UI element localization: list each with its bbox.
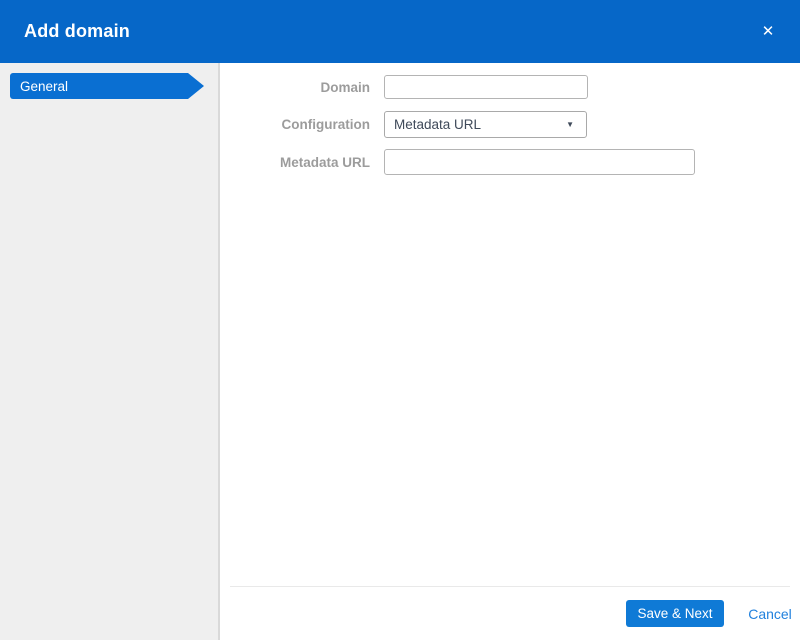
form-row-metadata-url: Metadata URL xyxy=(222,149,695,175)
metadata-url-input[interactable] xyxy=(384,149,695,175)
configuration-select[interactable]: Metadata URL ▼ xyxy=(384,111,587,138)
footer-divider xyxy=(230,586,790,587)
domain-label: Domain xyxy=(222,80,370,95)
configuration-select-value: Metadata URL xyxy=(394,117,481,132)
form-row-domain: Domain xyxy=(222,75,588,99)
close-icon[interactable]: ✕ xyxy=(756,20,780,44)
dialog-header: Add domain ✕ xyxy=(0,0,800,63)
form-content: Domain Configuration Metadata URL ▼ Meta… xyxy=(222,63,800,640)
cancel-link[interactable]: Cancel xyxy=(742,600,798,627)
domain-input[interactable] xyxy=(384,75,588,99)
sidebar-item-label: General xyxy=(20,79,68,94)
save-next-button[interactable]: Save & Next xyxy=(626,600,724,627)
chevron-down-icon: ▼ xyxy=(566,121,574,129)
sidebar-item-general[interactable]: General xyxy=(10,73,188,99)
sidebar: General xyxy=(0,63,220,640)
add-domain-dialog: Add domain ✕ General Domain Configuratio… xyxy=(0,0,800,640)
form-row-configuration: Configuration Metadata URL ▼ xyxy=(222,111,587,138)
metadata-url-label: Metadata URL xyxy=(222,155,370,170)
dialog-title: Add domain xyxy=(0,21,130,42)
configuration-label: Configuration xyxy=(222,117,370,132)
